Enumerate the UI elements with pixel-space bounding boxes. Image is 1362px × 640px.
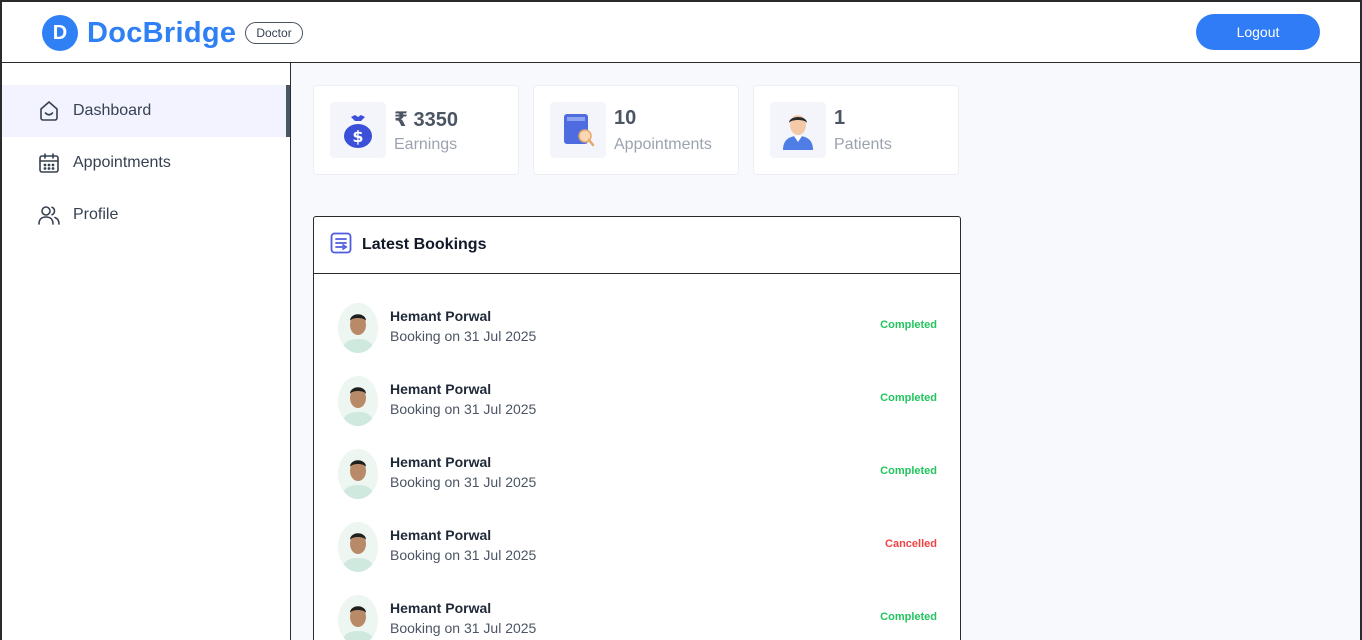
- list-icon: [330, 232, 352, 259]
- home-icon: [36, 98, 62, 124]
- avatar: [338, 449, 378, 499]
- brand-name: DocBridge: [87, 16, 237, 49]
- booking-row[interactable]: Hemant Porwal Booking on 31 Jul 2025 Can…: [314, 514, 960, 587]
- patient-name: Hemant Porwal: [390, 381, 492, 397]
- booking-date: Booking on 31 Jul 2025: [390, 328, 537, 344]
- status-badge: Completed: [880, 465, 937, 477]
- avatar: [338, 303, 378, 353]
- patient-name: Hemant Porwal: [390, 454, 492, 470]
- patient-name: Hemant Porwal: [390, 308, 492, 324]
- money-bag-icon: $: [330, 102, 386, 158]
- logout-button[interactable]: Logout: [1196, 14, 1320, 50]
- patient-name: Hemant Porwal: [390, 600, 492, 616]
- status-badge: Completed: [880, 392, 937, 404]
- stat-card-appointments: 10 Appointments: [533, 85, 739, 175]
- sidebar-item-label: Profile: [73, 206, 119, 223]
- svg-text:$: $: [352, 127, 363, 146]
- sidebar-item-dashboard[interactable]: Dashboard: [2, 85, 290, 137]
- booking-date: Booking on 31 Jul 2025: [390, 547, 537, 563]
- role-badge: Doctor: [245, 22, 303, 44]
- stat-label: Patients: [834, 136, 892, 153]
- booking-date: Booking on 31 Jul 2025: [390, 620, 537, 636]
- avatar: [338, 376, 378, 426]
- sidebar-item-label: Appointments: [73, 154, 171, 171]
- status-badge: Completed: [880, 611, 937, 623]
- booking-row[interactable]: Hemant Porwal Booking on 31 Jul 2025 Com…: [314, 295, 960, 368]
- avatar: [338, 522, 378, 572]
- top-header: D DocBridge Doctor Logout: [2, 2, 1360, 63]
- stat-label: Earnings: [394, 136, 458, 153]
- booking-date: Booking on 31 Jul 2025: [390, 474, 537, 490]
- stat-label: Appointments: [614, 136, 712, 153]
- status-badge: Cancelled: [885, 538, 937, 550]
- sidebar: Dashboard Appointments Profile: [2, 63, 291, 640]
- booking-date: Booking on 31 Jul 2025: [390, 401, 537, 417]
- stat-value: 10: [614, 107, 637, 129]
- stat-card-earnings: $ ₹ 3350 Earnings: [313, 85, 519, 175]
- stat-value: ₹ 3350: [394, 109, 458, 131]
- patient-icon: [770, 102, 826, 158]
- avatar: [338, 595, 378, 640]
- app-window: D DocBridge Doctor Logout Dashboard Appo…: [0, 0, 1362, 640]
- status-badge: Completed: [880, 319, 937, 331]
- sidebar-item-profile[interactable]: Profile: [2, 189, 290, 241]
- booking-row[interactable]: Hemant Porwal Booking on 31 Jul 2025 Com…: [314, 587, 960, 640]
- main-content: $ ₹ 3350 Earnings 10 Appointments 1 Pati…: [291, 63, 1360, 640]
- panel-title: Latest Bookings: [362, 236, 487, 253]
- stat-value: 1: [834, 107, 846, 129]
- brand[interactable]: D DocBridge Doctor: [42, 15, 303, 51]
- booking-row[interactable]: Hemant Porwal Booking on 31 Jul 2025 Com…: [314, 441, 960, 514]
- stat-card-patients: 1 Patients: [753, 85, 959, 175]
- patient-name: Hemant Porwal: [390, 527, 492, 543]
- booking-row[interactable]: Hemant Porwal Booking on 31 Jul 2025 Com…: [314, 368, 960, 441]
- people-icon: [36, 202, 62, 228]
- latest-bookings-header: Latest Bookings: [314, 217, 960, 274]
- sidebar-item-label: Dashboard: [73, 102, 152, 119]
- calendar-icon: [36, 150, 62, 176]
- logo-icon: D: [42, 15, 78, 51]
- sidebar-item-appointments[interactable]: Appointments: [2, 137, 290, 189]
- latest-bookings-panel: Latest Bookings Hemant Porwal Booking on…: [313, 216, 961, 640]
- appointments-book-icon: [550, 102, 606, 158]
